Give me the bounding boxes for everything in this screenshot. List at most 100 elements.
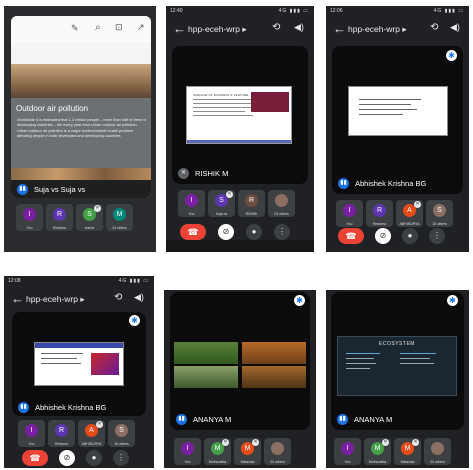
switch-camera-icon[interactable]: ⟲ bbox=[272, 22, 280, 33]
slide-text-line bbox=[193, 107, 257, 108]
switch-camera-icon[interactable]: ⟲ bbox=[114, 292, 122, 303]
participant-tile[interactable]: S 16 others bbox=[108, 420, 135, 447]
participant-name: Malavika bbox=[240, 460, 255, 464]
participant-tile[interactable]: M 24 others bbox=[106, 204, 133, 231]
slide-text-line bbox=[193, 103, 251, 104]
avatar bbox=[271, 442, 284, 455]
mic-icon[interactable]: ● bbox=[402, 228, 418, 244]
participant-tiles: I You M ✕ Muthuraiha M ✕ Malavika 23 others bbox=[174, 438, 291, 465]
participant-tile[interactable]: I You bbox=[174, 438, 201, 465]
call-controls: ☎ ⊘ ● ⋮ bbox=[22, 450, 129, 466]
participant-tile[interactable]: I You bbox=[178, 190, 205, 217]
speaker-caption: ▮▮ Abhishek Krishna BG bbox=[12, 398, 146, 416]
audio-indicator-icon: ▮▮ bbox=[17, 183, 28, 195]
participant-tile[interactable]: M ✕ Malavika bbox=[234, 438, 261, 465]
participant-tile[interactable]: 23 others bbox=[264, 438, 291, 465]
bullet-item: Worldwide it is estimated that 1.3 milli… bbox=[17, 117, 147, 127]
screenshot-5: ✱ ▮▮ ANANYA M I You M ✕ Muthuraiha M ✕ Malavi… bbox=[164, 290, 316, 468]
participant-tile[interactable]: S ✕ sneha bbox=[76, 204, 103, 231]
avatar: I bbox=[343, 204, 356, 217]
gear-icon[interactable]: ✱ bbox=[294, 295, 305, 306]
end-call-icon[interactable]: ☎ bbox=[22, 450, 48, 466]
participant-tile[interactable]: I You bbox=[18, 420, 45, 447]
slide-photo-mangrove bbox=[174, 366, 238, 388]
share-icon[interactable]: ↗ bbox=[137, 22, 145, 33]
camera-off-icon[interactable]: ⊘ bbox=[218, 224, 234, 240]
participant-tile[interactable]: M ✕ Muthuraiha bbox=[204, 438, 231, 465]
shared-slide bbox=[34, 342, 124, 386]
gear-icon[interactable]: ✱ bbox=[446, 50, 457, 61]
participant-tile[interactable]: R Reshma bbox=[48, 420, 75, 447]
participant-tile[interactable]: M ✕ Malavika bbox=[394, 438, 421, 465]
avatar: I bbox=[185, 194, 198, 207]
arrow-back-icon[interactable]: ← bbox=[11, 291, 24, 306]
participant-tile[interactable]: S ✕ Suja vs bbox=[208, 190, 235, 217]
camera-off-icon[interactable]: ⊘ bbox=[375, 228, 391, 244]
pen-icon[interactable]: ✎ bbox=[71, 23, 79, 34]
screenshot-4: 12:08 4G ▮▮▮ ▭ ← hpp-eceh-wrp ▸ ⟲ ◀) ✱ ▮▮… bbox=[4, 276, 154, 468]
participant-tile[interactable]: A ✕ ABHISURYA bbox=[78, 420, 105, 447]
slide-text-line bbox=[346, 368, 370, 369]
avatar bbox=[275, 194, 288, 207]
screenshot-6: ✱ ECOSYSTEM ▮▮ ANANYA M I You M ✕ Muthuraih… bbox=[326, 290, 469, 468]
status-icons: 4G ▮▮▮ ▭ bbox=[118, 278, 149, 284]
participant-tile[interactable]: R RISHIK bbox=[238, 190, 265, 217]
slide-text-line bbox=[193, 115, 253, 116]
participant-tile[interactable]: 23 others bbox=[268, 190, 295, 217]
gear-icon[interactable]: ✱ bbox=[447, 295, 458, 306]
participant-name: Muthuraiha bbox=[368, 460, 387, 464]
slide-text-line bbox=[359, 99, 421, 100]
speaker-icon[interactable]: ◀) bbox=[294, 22, 304, 33]
meeting-title[interactable]: hpp-eceh-wrp ▸ bbox=[188, 24, 247, 35]
participant-tile[interactable]: A ✕ ABHISURYA bbox=[396, 200, 423, 227]
switch-camera-icon[interactable]: ⟲ bbox=[430, 22, 438, 33]
slide-text-line bbox=[359, 114, 403, 115]
more-icon[interactable]: ⋮ bbox=[274, 224, 290, 240]
search-icon[interactable]: ⌕ bbox=[95, 22, 101, 33]
slide-text-line bbox=[400, 363, 434, 364]
speaker-icon[interactable]: ◀) bbox=[450, 22, 460, 33]
more-icon[interactable]: ⋮ bbox=[429, 228, 445, 244]
arrow-back-icon[interactable]: ← bbox=[333, 21, 346, 36]
screenshot-2: 12:40 4G ▮▮▮ ▭ ← hpp-eceh-wrp ▸ ⟲ ◀) SURF… bbox=[166, 6, 314, 252]
meeting-title[interactable]: hpp-eceh-wrp ▸ bbox=[348, 24, 407, 35]
clock: 12:08 bbox=[8, 278, 21, 284]
end-call-icon[interactable]: ☎ bbox=[180, 224, 206, 240]
participant-tile[interactable]: S 15 others bbox=[426, 200, 453, 227]
slide-banner bbox=[35, 343, 123, 348]
more-icon[interactable]: ⋮ bbox=[113, 450, 129, 466]
presentation-stage: SURFACE OF BUSINESS & VENTURE ✕ RISHIK M bbox=[172, 46, 308, 184]
slide-text-line bbox=[400, 358, 430, 359]
participant-tile[interactable]: M ✕ Muthuraiha bbox=[364, 438, 391, 465]
arrow-back-icon[interactable]: ← bbox=[173, 21, 186, 36]
speaker-icon[interactable]: ◀) bbox=[134, 292, 144, 303]
avatar: I bbox=[181, 442, 194, 455]
participant-tile[interactable]: I You bbox=[334, 438, 361, 465]
slide-image bbox=[91, 353, 119, 375]
participant-name: Malavika bbox=[400, 460, 415, 464]
end-call-icon[interactable]: ☎ bbox=[338, 228, 364, 244]
avatar: S bbox=[433, 204, 446, 217]
mic-off-icon: ✕ bbox=[178, 167, 189, 179]
status-icons: 4G ▮▮▮ ▭ bbox=[433, 8, 464, 14]
avatar: R bbox=[245, 194, 258, 207]
gear-icon[interactable]: ✱ bbox=[129, 315, 140, 326]
participant-tile[interactable]: I You bbox=[16, 204, 43, 231]
meeting-title[interactable]: hpp-eceh-wrp ▸ bbox=[26, 294, 85, 305]
audio-indicator-icon: ▮▮ bbox=[337, 413, 348, 425]
slide-text-line bbox=[346, 363, 376, 364]
participant-tile[interactable]: I You bbox=[336, 200, 363, 227]
slide-text-line bbox=[41, 353, 83, 354]
present-icon[interactable]: ⊡ bbox=[115, 22, 123, 33]
camera-off-icon[interactable]: ⊘ bbox=[59, 450, 75, 466]
call-controls: ☎ ⊘ ● ⋮ bbox=[180, 224, 290, 240]
slide-toolbar: ✎ ⌕ ⊡ ↗ bbox=[11, 16, 151, 42]
mic-icon[interactable]: ● bbox=[246, 224, 262, 240]
participant-name: You bbox=[26, 226, 33, 230]
participant-tile[interactable]: 23 others bbox=[424, 438, 451, 465]
call-header: ← hpp-eceh-wrp ▸ ⟲ ◀) bbox=[166, 18, 314, 42]
mic-icon[interactable]: ● bbox=[86, 450, 102, 466]
participant-tile[interactable]: R Reshma bbox=[366, 200, 393, 227]
speaker-name: Abhishek Krishna BG bbox=[355, 178, 427, 188]
participant-tile[interactable]: R Reshma bbox=[46, 204, 73, 231]
